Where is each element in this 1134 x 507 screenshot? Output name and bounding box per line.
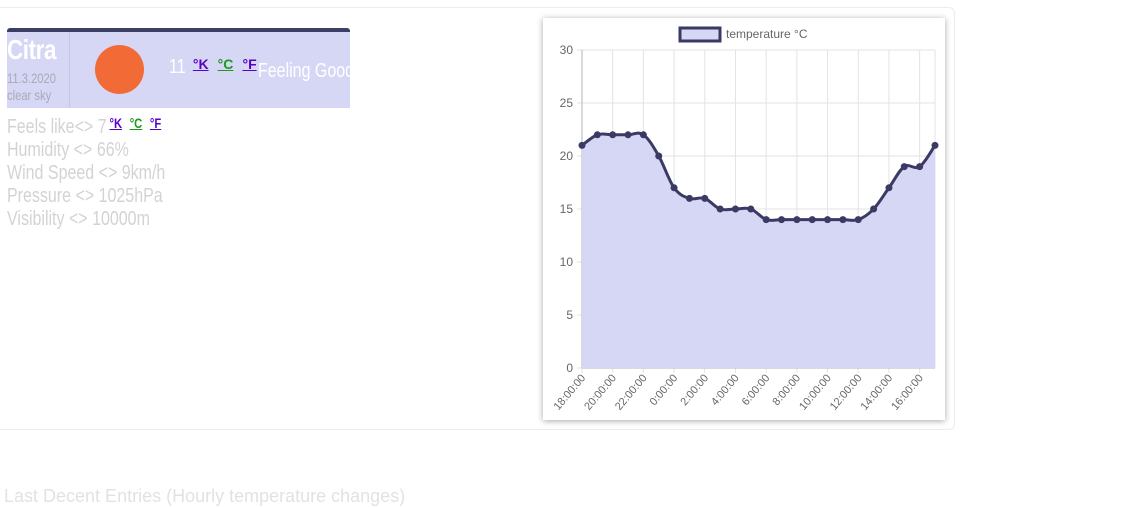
y-tick-label: 20 xyxy=(560,149,574,163)
data-point xyxy=(747,205,755,213)
data-point xyxy=(578,141,586,149)
feels-like-celsius-link[interactable]: °C xyxy=(130,116,143,130)
x-tick-label: 0:00:00 xyxy=(648,372,681,408)
data-point xyxy=(609,131,617,139)
data-point xyxy=(655,152,663,160)
data-point xyxy=(870,205,878,213)
wind-speed-row: Wind Speed <> 9km/h xyxy=(7,162,166,184)
data-point xyxy=(916,163,924,171)
feels-like-kelvin-link[interactable]: °K xyxy=(109,116,122,130)
data-point xyxy=(885,184,893,192)
x-tick-label: 2:00:00 xyxy=(678,372,711,408)
x-tick-label: 16:00:00 xyxy=(889,372,926,413)
visibility-row: Visibility <> 10000m xyxy=(7,208,150,230)
date-text: 11.3.2020 xyxy=(7,70,56,86)
data-point xyxy=(900,163,908,171)
weather-card: Citra 11.3.2020 clear sky 11 °K °C °F Fe… xyxy=(7,28,354,108)
data-point xyxy=(670,184,678,192)
y-tick-label: 10 xyxy=(560,255,574,269)
data-point xyxy=(854,216,862,224)
feels-like-text: Feels like<> 7 xyxy=(7,116,107,138)
data-point xyxy=(808,216,816,224)
data-point xyxy=(839,216,847,224)
temperature-chart-card: 0 5 10 15 20 25 30 18:00:00 20:00:00 22:00:00 0:00… xyxy=(543,18,945,420)
city-block: Citra 11.3.2020 clear sky xyxy=(7,32,70,108)
y-tick-label: 30 xyxy=(560,43,574,57)
temperature-area-fill xyxy=(582,133,935,368)
fahrenheit-unit-link[interactable]: °F xyxy=(242,56,256,72)
celsius-unit-link[interactable]: °C xyxy=(218,56,234,72)
x-tick-label: 22:00:00 xyxy=(613,372,650,413)
x-tick-label: 4:00:00 xyxy=(709,372,742,408)
x-tick-label: 6:00:00 xyxy=(740,372,773,408)
city-name: Citra xyxy=(7,34,57,65)
data-point xyxy=(778,216,786,224)
feels-like-row: Feels like<> 7 °K °C °F xyxy=(7,116,165,139)
temperature-value: 11 xyxy=(169,56,186,78)
temperature-line: 11 °K °C °F xyxy=(169,56,261,79)
data-point xyxy=(793,216,801,224)
y-tick-label: 5 xyxy=(566,308,573,322)
data-point xyxy=(624,131,632,139)
data-point xyxy=(762,216,770,224)
temperature-chart: 05101520253018:00:0020:00:0022:00:000:00… xyxy=(552,26,939,413)
feeling-text: Feeling Good xyxy=(258,60,355,82)
pressure-row: Pressure <> 1025hPa xyxy=(7,185,163,207)
y-tick-label: 25 xyxy=(560,96,574,110)
y-tick-label: 15 xyxy=(560,202,574,216)
kelvin-unit-link[interactable]: °K xyxy=(193,56,209,72)
data-point xyxy=(593,131,601,139)
weather-details: Feels like<> 7 °K °C °F Humidity <> 66% … xyxy=(7,116,205,231)
sun-icon xyxy=(95,45,144,94)
data-point xyxy=(824,216,832,224)
feels-like-fahrenheit-link[interactable]: °F xyxy=(150,116,161,130)
y-tick-label: 0 xyxy=(566,361,573,375)
data-point xyxy=(716,205,724,213)
data-point xyxy=(731,205,739,213)
data-point xyxy=(701,194,709,202)
data-point xyxy=(639,131,647,139)
weather-description: clear sky xyxy=(7,87,52,103)
humidity-row: Humidity <> 66% xyxy=(7,139,129,161)
data-point xyxy=(685,194,693,202)
data-point xyxy=(931,141,939,149)
legend-label: temperature °C xyxy=(726,27,808,41)
legend-swatch xyxy=(678,26,722,43)
footer-text: Last Decent Entries (Hourly temperature … xyxy=(4,486,406,506)
